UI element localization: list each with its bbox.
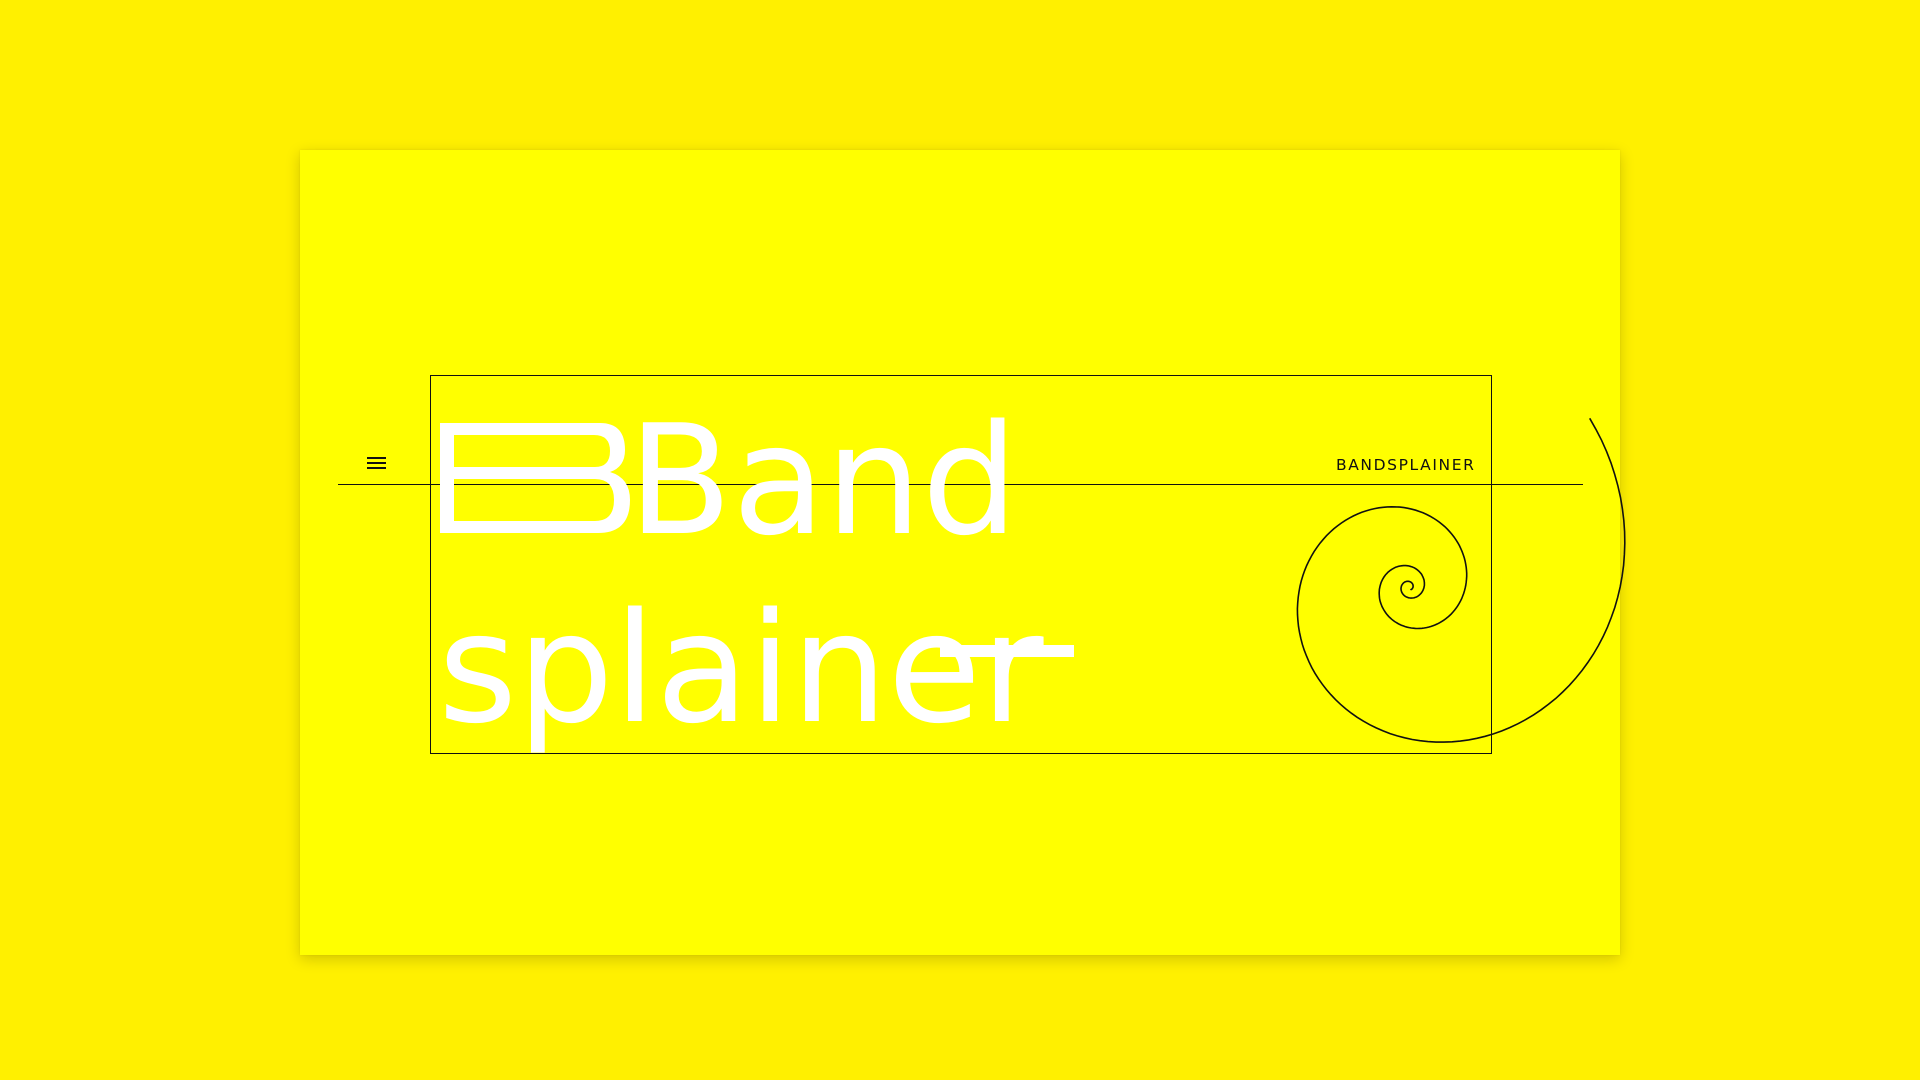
hero-title-stylized-b — [440, 423, 630, 533]
hero-title-line1: Band — [628, 392, 1018, 569]
spiral-icon — [1296, 417, 1626, 743]
hero-title-underline-bar — [940, 645, 1074, 657]
page-card: BANDSPLAINER Band splainer — [300, 150, 1626, 955]
hamburger-menu-icon[interactable] — [367, 457, 387, 471]
hero-title-line2: splainer — [438, 580, 1044, 757]
